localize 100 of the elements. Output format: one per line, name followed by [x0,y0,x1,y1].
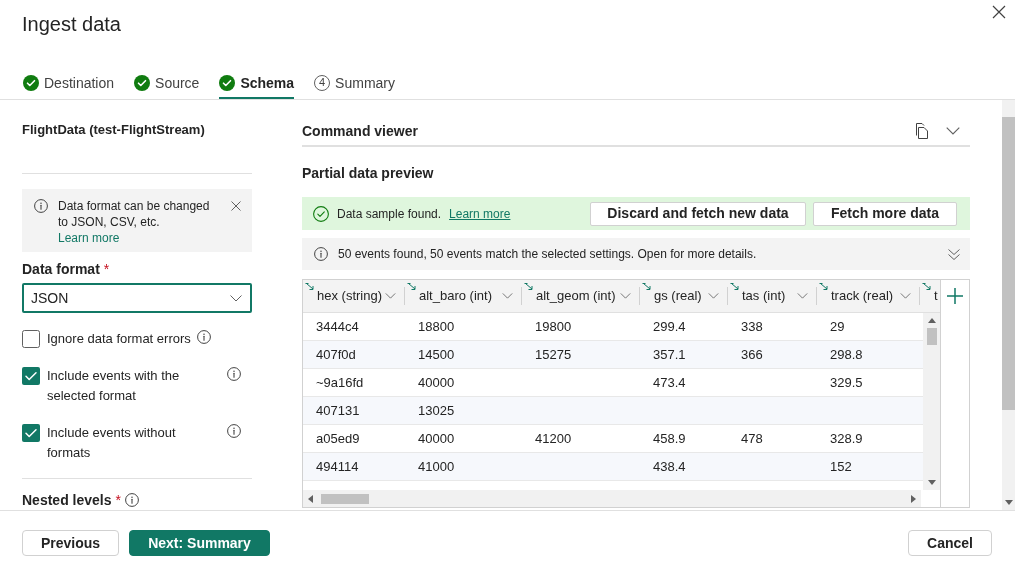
footer-button[interactable]: Previous [22,530,120,556]
plus-icon[interactable] [947,288,963,304]
section-title: Partial data preview [302,164,435,182]
column-header[interactable]: alt_baro (int) [405,280,521,312]
table-cell-text: 329.5 [829,373,864,392]
caret-down-icon[interactable] [1004,500,1013,505]
table-cell-text: 19800 [534,317,573,336]
check-circle-icon [313,205,329,222]
table-cell-text: 3444c4 [315,317,360,336]
footer-button[interactable]: Next: Summary [129,530,270,556]
status-message: Data sample found. [337,205,442,223]
column-header[interactable]: t [920,280,940,312]
table-cell-text: ~9a16fd [315,373,365,392]
caret-down-icon[interactable] [927,480,936,485]
scrollbar-thumb[interactable] [321,493,369,504]
data-format-dropdown[interactable]: JSON [22,283,252,313]
chevron-down-icon [230,294,242,302]
table-cell-text: 366 [740,345,764,364]
column-header[interactable]: gs (real) [640,280,727,312]
caret-up-icon[interactable] [927,318,936,323]
table-cell-text: 328.9 [829,429,864,448]
check-circle-icon [23,74,39,91]
checkbox[interactable] [22,330,40,348]
table-cell-text: 338 [740,317,764,336]
copy-icon[interactable] [914,123,928,139]
table-cell-text: 152 [829,457,853,476]
corner-arrow-icon [305,283,314,290]
checkbox-label: Ignore data format errors [47,330,191,348]
source-title: FlightData (test-FlightStream) [22,121,206,139]
table-cell-text: 40000 [417,429,456,448]
table-cell-text: 438.4 [652,457,687,476]
table-cell-text: 15275 [534,345,573,364]
column-header[interactable]: hex (string) [303,280,404,312]
table-cell-text: 299.4 [652,317,687,336]
scrollbar[interactable] [1002,100,1015,510]
checkbox-label: Include events with the selected format [47,367,181,405]
summary-banner[interactable]: 50 events found, 50 events match the selected settings. Open for more details. [302,238,970,270]
scrollbar-thumb[interactable] [1002,117,1015,410]
column-header[interactable]: tas (int) [728,280,816,312]
corner-arrow-icon [730,283,739,290]
table-cell-text: 18800 [417,317,456,336]
table-cell-text: 458.9 [652,429,687,448]
chevron-down-icon[interactable] [946,127,960,135]
action-button[interactable]: Fetch more data [813,201,957,226]
double-chevron-down-icon[interactable] [948,248,960,260]
table-cell-text: 40000 [417,373,456,392]
corner-arrow-icon [642,283,651,290]
column-header[interactable]: alt_geom (int) [522,280,639,312]
close-icon[interactable] [231,201,241,211]
caret-left-icon[interactable] [308,494,313,503]
scrollbar[interactable] [303,490,921,507]
summary-message: 50 events found, 50 events match the selected settings. Open for more details. [338,246,757,263]
table-cell-text: 494114 [315,457,360,476]
info-icon [34,199,48,213]
table-cell-text: 407f0d [315,345,357,364]
scrollbar-thumb[interactable] [926,328,937,345]
footer-button[interactable]: Cancel [908,530,992,556]
corner-arrow-icon [922,283,931,290]
step-tab[interactable]: Schema [219,68,295,99]
required-mark: * [115,491,121,509]
corner-arrow-icon [407,283,416,290]
scrollbar[interactable] [923,313,940,490]
column-header[interactable]: track (real) [817,280,919,312]
info-icon [124,493,139,507]
table-cell-text: 29 [829,317,846,336]
table-cell-text: a05ed9 [315,429,361,448]
table-cell-text: 13025 [417,401,456,420]
step-tab[interactable]: Destination [23,68,115,99]
checkbox[interactable] [22,367,40,385]
info-icon [196,330,211,344]
corner-arrow-icon [524,283,533,290]
checkbox-label: Include events without formats [47,424,177,462]
check-circle-icon [134,74,151,91]
step-tab[interactable]: 4 Summary [314,68,395,99]
corner-arrow-icon [819,283,828,290]
table-cell-text: 473.4 [652,373,687,392]
table-cell-text: 41200 [534,429,573,448]
table-cell-text: 407131 [315,401,361,420]
required-mark: * [103,260,110,278]
table-cell-text: 14500 [417,345,456,364]
close-icon[interactable] [992,5,1006,19]
learn-more-link[interactable]: Learn more [449,204,511,223]
action-button[interactable]: Discard and fetch new data [590,201,806,226]
section-title: Command viewer [302,122,418,141]
learn-more-link[interactable]: Learn more [58,231,120,245]
table-cell-text: 41000 [417,457,456,476]
info-icon [227,424,241,438]
caret-right-icon[interactable] [911,494,916,503]
dialog-title: Ingest data [22,12,121,36]
check-circle-icon [219,74,236,91]
field-label: Data format [22,260,100,278]
info-message: Data format can be changed to JSON, CSV, etc. Learn more [58,198,211,246]
info-icon [227,367,241,381]
info-icon [314,247,328,261]
table-cell-text: 357.1 [652,345,687,364]
checkbox[interactable] [22,424,40,442]
table-cell-text: 478 [740,429,764,448]
table-cell-text: 298.8 [829,345,864,364]
step-tab[interactable]: Source [134,68,200,99]
field-label: Nested levels [22,491,112,509]
